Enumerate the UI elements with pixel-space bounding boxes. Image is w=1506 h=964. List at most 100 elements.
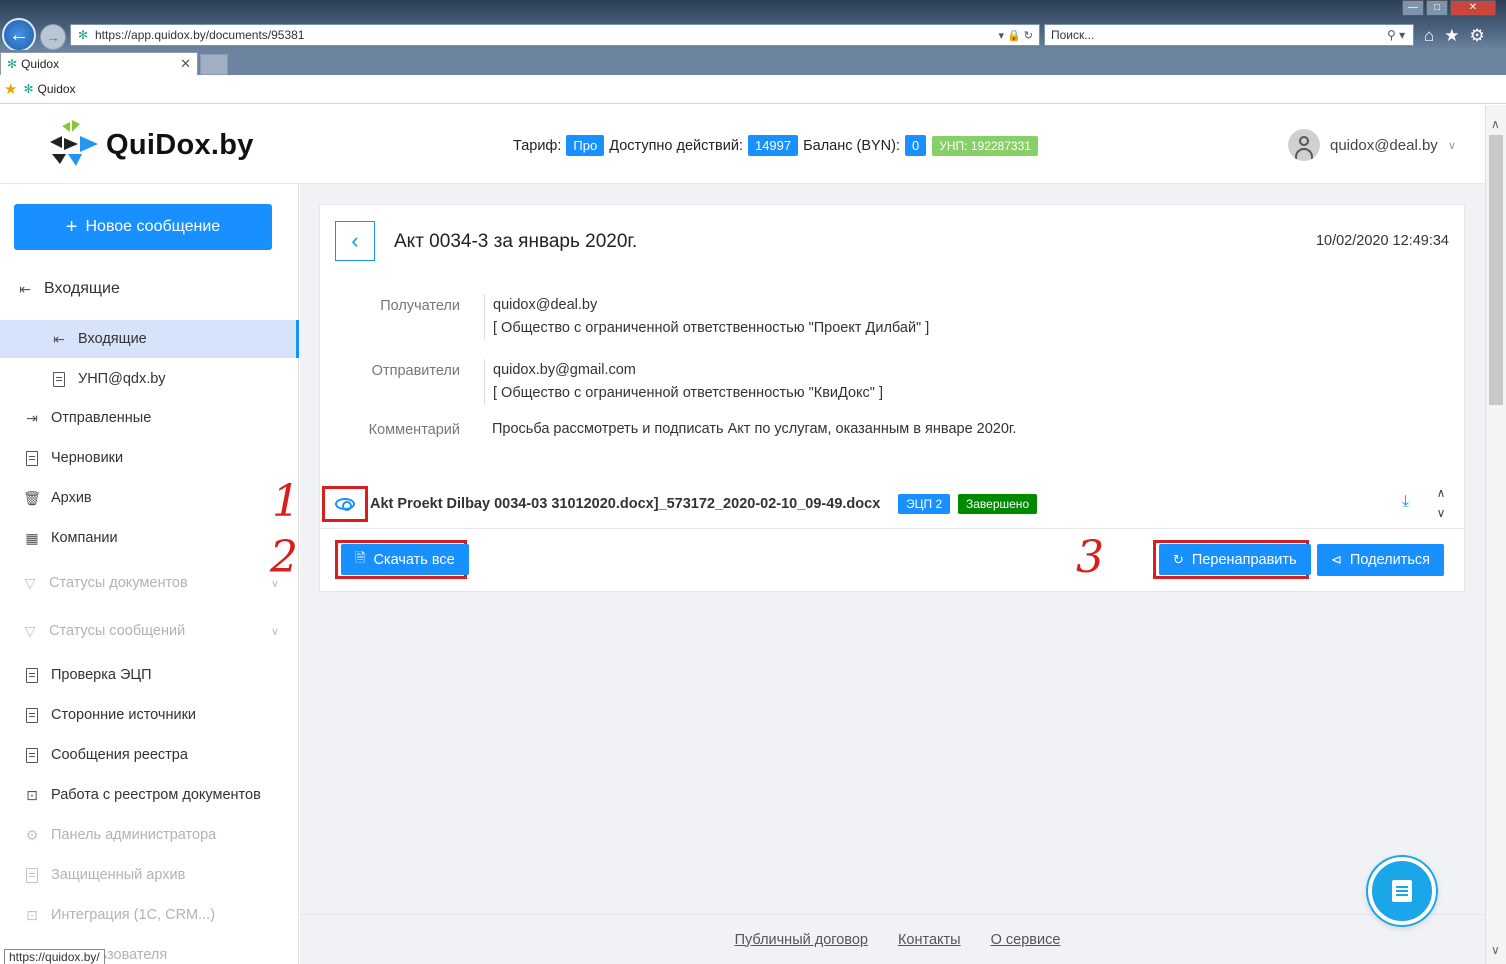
sidebar-item-inbox[interactable]: ⇤ Входящие [0,320,299,358]
recipients-value: quidox@deal.by [ Общество с ограниченной… [484,294,929,340]
user-email[interactable]: quidox@deal.by [1330,137,1438,154]
chevron-left-icon: ‹ [351,228,359,253]
sidebar: + Новое сообщение ⇤ Входящие ⇤ Входящие … [0,184,299,964]
share-button[interactable]: ⊲ Поделиться [1317,544,1444,576]
close-window-icon[interactable]: ✕ [1450,0,1496,16]
senders-label: Отправители [371,363,460,379]
sidebar-item-label: Статусы сообщений [49,623,186,639]
sidebar-item-registry-work[interactable]: ⊡ Работа с реестром документов [0,776,299,814]
gear-icon[interactable]: ⚙ [1470,26,1485,46]
tariff-badge: Про [566,135,605,156]
site-favicon-icon: ✻ [77,28,89,42]
sidebar-item-label: Защищенный архив [51,867,186,883]
avatar[interactable] [1288,129,1320,161]
sidebar-item-document-statuses[interactable]: ▽ Статусы документов ∨ [0,564,299,602]
page-scrollbar[interactable]: ∧ ∨ [1485,105,1506,964]
download-icon[interactable]: ⤓ [1402,493,1409,511]
tab-title: Quidox [21,57,60,71]
sidebar-item-label: Черновики [51,450,124,466]
back-button[interactable]: ‹ [335,221,375,261]
plus-icon: + [65,215,78,238]
footer-link-about[interactable]: О сервисе [991,932,1061,948]
new-message-button[interactable]: + Новое сообщение [14,204,272,250]
footer-link-offer[interactable]: Публичный договор [735,932,868,948]
file-icon [23,449,41,467]
page-title: Акт 0034-3 за январь 2020г. [394,231,638,252]
tab-quidox[interactable]: ✻ Quidox ✕ [0,52,198,75]
attachment-scroll[interactable]: ∧ ∨ [1433,483,1449,523]
lock-refresh-icon[interactable]: ▾ 🔒 ↻ [989,29,1039,42]
sidebar-item-message-statuses[interactable]: ▽ Статусы сообщений ∨ [0,612,299,650]
sidebar-item-integration[interactable]: ⊡ Интеграция (1С, CRM...) [0,896,299,934]
favorites-star-icon[interactable]: ★ [1444,26,1459,46]
chat-icon [1392,880,1412,902]
add-favorite-icon[interactable]: ★ [4,80,17,98]
new-tab-button[interactable] [200,54,228,75]
filter-icon: ▽ [24,622,36,639]
footer-link-contacts[interactable]: Контакты [898,932,961,948]
favorite-link-quidox[interactable]: Quidox [38,82,76,96]
recipient-email: quidox@deal.by [493,297,598,313]
sidebar-item-archive[interactable]: 🗑 Архив [0,479,299,517]
sidebar-item-label: Работа с реестром документов [51,787,261,803]
comment-label: Комментарий [368,422,460,438]
back-arrow-icon[interactable]: ← [2,18,36,52]
chevron-down-icon: ∨ [270,625,279,638]
file-icon: 🗎 [355,549,366,565]
chevron-down-icon[interactable]: ∨ [1433,503,1449,523]
file-icon [23,706,41,724]
chevron-up-icon[interactable]: ∧ [1491,117,1500,131]
close-tab-icon[interactable]: ✕ [180,56,197,72]
home-icon[interactable]: ⌂ [1424,26,1434,46]
tariff-label: Тариф: [513,137,562,154]
sidebar-item-label: Панель администратора [51,827,217,843]
trash-icon: 🗑 [23,489,41,506]
chevron-down-icon[interactable]: ∨ [1491,943,1500,957]
sidebar-item-registry-messages[interactable]: Сообщения реестра [0,736,299,774]
attachment-file-name[interactable]: Akt Proekt Dilbay 0034-03 31012020.docx]… [370,496,880,512]
maximize-icon[interactable]: □ [1426,0,1448,16]
chat-button[interactable] [1368,857,1436,925]
sidebar-item-label: Сторонние источники [51,707,197,723]
browser-search-field[interactable]: Поиск... ⚲ ▾ [1044,24,1414,46]
outbox-icon: ⇥ [26,409,38,426]
inbox-icon: ⇤ [53,330,65,347]
balance-badge: 0 [905,135,927,156]
sidebar-item-drafts[interactable]: Черновики [0,439,299,477]
download-all-button[interactable]: 🗎 Скачать все [341,544,469,575]
gear-icon: ⚙ [25,826,39,843]
site-favicon-icon: ✻ [7,57,18,71]
terminal-icon: ⊡ [26,786,38,803]
file-icon [23,746,41,764]
sidebar-item-unp-mailbox[interactable]: УНП@qdx.by [0,360,299,398]
sidebar-item-sent[interactable]: ⇥ Отправленные [0,399,299,437]
search-icon[interactable]: ⚲ ▾ [1387,28,1413,42]
user-menu[interactable]: quidox@deal.by ∨ [1288,129,1456,161]
sender-email: quidox.by@gmail.com [493,362,636,378]
address-bar[interactable]: ✻ https://app.quidox.by/documents/95381 … [70,24,1040,46]
sidebar-item-third-party[interactable]: Сторонние источники [0,696,299,734]
sidebar-item-secure-archive[interactable]: Защищенный архив [0,856,299,894]
comment-value: Просьба рассмотреть и подписать Акт по у… [492,421,1017,437]
sidebar-item-companies[interactable]: ▦ Компании [0,519,299,557]
minimize-icon[interactable]: — [1402,0,1424,16]
sidebar-item-inbox-group[interactable]: ⇤ Входящие [0,270,299,308]
preview-button[interactable] [322,486,368,522]
sidebar-item-ecp-check[interactable]: Проверка ЭЦП [0,656,299,694]
scrollbar-thumb[interactable] [1489,135,1503,405]
recipient-org: [ Общество с ограниченной ответственност… [493,320,930,336]
browser-tabs: ✻ Quidox ✕ [0,50,1506,75]
chevron-down-icon[interactable]: ∨ [1448,139,1456,152]
forward-arrow-icon[interactable]: → [40,24,66,50]
recipients-label: Получатели [380,298,460,314]
senders-value: quidox.by@gmail.com [ Общество с огранич… [484,359,883,405]
forward-button[interactable]: ↻ Перенаправить [1159,544,1311,575]
app-header: QuiDox.by Тариф: Про Доступно действий: … [0,105,1485,184]
chevron-up-icon[interactable]: ∧ [1433,483,1449,503]
sidebar-item-admin-panel[interactable]: ⚙ Панель администратора [0,816,299,854]
footer: Публичный договор Контакты О сервисе [300,914,1485,964]
address-url[interactable]: https://app.quidox.by/documents/95381 [95,28,989,42]
annotation-1: 1 [272,476,300,527]
logo[interactable]: QuiDox.by [48,120,254,170]
filter-icon: ▽ [24,574,36,591]
